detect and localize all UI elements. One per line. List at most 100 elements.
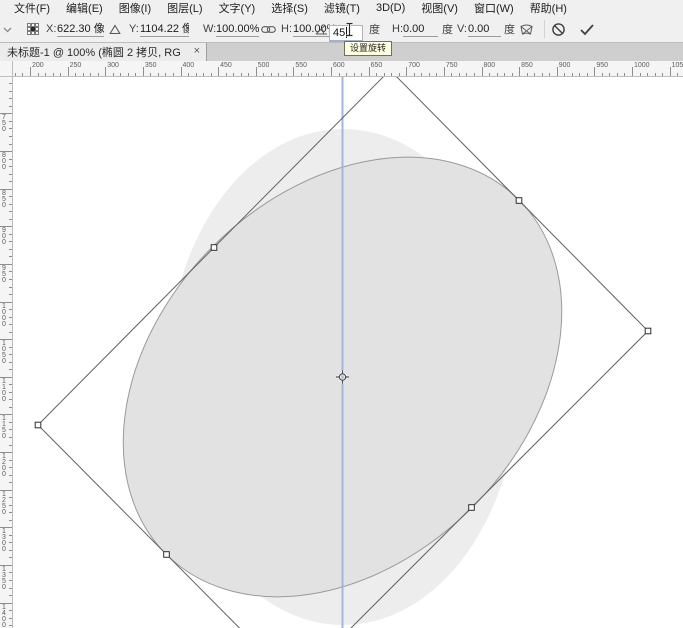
ruler-tick xyxy=(624,73,625,76)
ruler-tick xyxy=(98,73,99,76)
menu-item-3[interactable]: 图层(L) xyxy=(159,0,210,16)
ruler-tick xyxy=(474,73,475,76)
menu-item-4[interactable]: 文字(Y) xyxy=(211,0,264,16)
ruler-tick xyxy=(331,67,332,76)
ruler-tick xyxy=(549,73,550,76)
ruler-tick xyxy=(391,73,392,76)
ruler-tick xyxy=(0,490,12,491)
ruler-tick xyxy=(572,73,573,76)
ruler-tick xyxy=(9,610,12,611)
ruler-tick xyxy=(534,73,535,76)
ruler-tick xyxy=(0,113,12,114)
menu-item-10[interactable]: 帮助(H) xyxy=(522,0,575,16)
edge-handle-top-right[interactable] xyxy=(516,198,522,204)
relative-position-delta-icon[interactable] xyxy=(109,16,121,42)
ruler-tick xyxy=(9,542,12,543)
chevron-down-icon[interactable] xyxy=(3,17,12,43)
edge-handle-bottom-right[interactable] xyxy=(469,505,475,511)
menu-item-9[interactable]: 窗口(W) xyxy=(466,0,522,16)
menu-item-0[interactable]: 文件(F) xyxy=(6,0,58,16)
ruler-tick xyxy=(0,226,12,227)
corner-handle-right[interactable] xyxy=(645,328,651,334)
ruler-tick xyxy=(0,414,12,415)
ruler-tick xyxy=(218,67,219,76)
ruler-tick xyxy=(9,309,12,310)
ruler-label: 1 0 0 0 xyxy=(2,304,6,328)
menu-item-2[interactable]: 图像(I) xyxy=(111,0,159,16)
ruler-label: 200 xyxy=(32,62,44,70)
ruler-tick xyxy=(9,422,12,423)
v-skew-field[interactable]: 0.00 xyxy=(468,22,501,37)
tab-close-icon[interactable]: × xyxy=(194,45,200,57)
menu-item-6[interactable]: 滤镜(T) xyxy=(316,0,368,16)
x-position-field[interactable]: 622.30 像素 xyxy=(57,22,104,37)
menu-item-7[interactable]: 3D(D) xyxy=(368,2,413,14)
ruler-tick xyxy=(9,445,12,446)
ruler-label: 850 xyxy=(521,62,533,70)
ruler-tick xyxy=(414,73,415,76)
ruler-tick xyxy=(9,520,12,521)
ruler-tick xyxy=(384,73,385,76)
ruler-tick xyxy=(248,73,249,76)
vertical-ruler[interactable]: 7 5 08 0 08 5 09 0 09 5 01 0 0 01 0 5 01… xyxy=(0,77,13,628)
menu-item-1[interactable]: 编辑(E) xyxy=(58,0,111,16)
edge-handle-bottom-left[interactable] xyxy=(164,552,170,558)
edge-handle-top-left[interactable] xyxy=(211,245,217,251)
options-separator xyxy=(544,20,545,38)
h-skew-field[interactable]: 0.00 xyxy=(403,22,438,37)
ruler-label: 750 xyxy=(446,62,458,70)
corner-handle-left[interactable] xyxy=(35,422,41,428)
ruler-tick xyxy=(9,159,12,160)
ruler-tick xyxy=(9,121,12,122)
ruler-tick xyxy=(9,557,12,558)
ruler-tick xyxy=(135,73,136,76)
ruler-tick xyxy=(45,73,46,76)
ruler-label: 900 xyxy=(559,62,571,70)
ruler-tick xyxy=(9,317,12,318)
width-field[interactable]: 100.00% xyxy=(216,22,259,37)
link-dimensions-icon[interactable] xyxy=(261,16,276,42)
ruler-tick xyxy=(60,73,61,76)
document-canvas[interactable] xyxy=(13,77,683,628)
ruler-tick xyxy=(0,565,12,566)
ruler-tick xyxy=(9,106,12,107)
ruler-tick xyxy=(9,392,12,393)
ruler-tick xyxy=(181,67,182,76)
ruler-tick xyxy=(0,189,12,190)
cancel-transform-icon[interactable] xyxy=(551,16,566,42)
ruler-tick xyxy=(9,535,12,536)
ruler-tick xyxy=(15,73,16,76)
ruler-tick xyxy=(9,475,12,476)
ruler-tick xyxy=(9,128,12,129)
ruler-corner[interactable] xyxy=(0,61,13,77)
horizontal-ruler[interactable]: 2002503003504004505005506006507007508008… xyxy=(13,61,683,77)
ruler-tick xyxy=(399,73,400,76)
y-position-field[interactable]: 1104.22 像素 xyxy=(140,22,189,37)
ruler-tick xyxy=(9,588,12,589)
ruler-tick xyxy=(339,73,340,76)
ruler-label: 1 1 0 0 xyxy=(2,379,6,403)
warp-mode-toggle-icon[interactable] xyxy=(519,16,534,42)
ruler-tick xyxy=(9,204,12,205)
ruler-tick xyxy=(286,73,287,76)
ruler-tick xyxy=(617,73,618,76)
menu-item-8[interactable]: 视图(V) xyxy=(413,0,466,16)
document-tab[interactable]: 未标题-1 @ 100% (椭圆 2 拷贝, RGB/8#) * × xyxy=(0,43,207,61)
ruler-tick xyxy=(655,73,656,76)
ruler-tick xyxy=(241,73,242,76)
ruler-tick xyxy=(323,73,324,76)
ruler-tick xyxy=(53,73,54,76)
ruler-tick xyxy=(9,271,12,272)
ruler-tick xyxy=(9,347,12,348)
menu-item-5[interactable]: 选择(S) xyxy=(263,0,316,16)
ruler-tick xyxy=(632,67,633,76)
ruler-tick xyxy=(9,196,12,197)
reference-point-locator-icon[interactable] xyxy=(27,16,40,42)
ruler-tick xyxy=(211,73,212,76)
v-skew-label: V: xyxy=(457,16,467,42)
ruler-tick xyxy=(105,67,106,76)
ruler-label: 7 5 0 xyxy=(2,115,6,133)
ruler-tick xyxy=(143,67,144,76)
ruler-tick xyxy=(429,73,430,76)
commit-transform-icon[interactable] xyxy=(579,16,595,42)
